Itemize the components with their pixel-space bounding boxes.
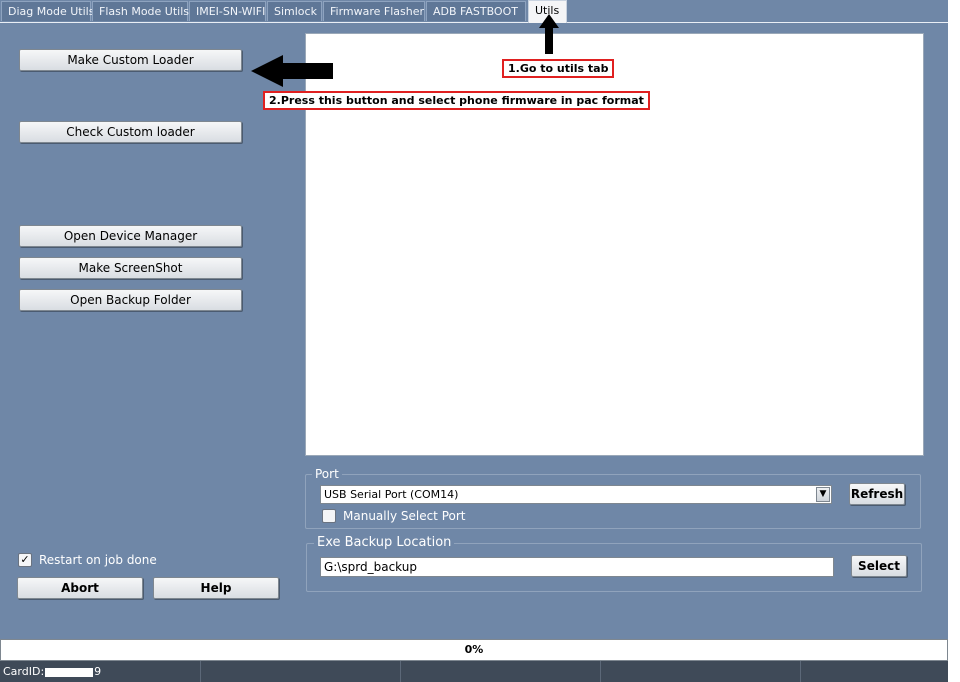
make-custom-loader-button[interactable]: Make Custom Loader — [19, 49, 242, 71]
backup-location-title: Exe Backup Location — [314, 535, 455, 550]
make-screenshot-button[interactable]: Make ScreenShot — [19, 257, 242, 279]
restart-on-job-done-checkbox[interactable]: ✓ — [18, 553, 32, 567]
redacted-block — [45, 667, 94, 677]
port-select[interactable]: USB Serial Port (COM14) ▼ — [320, 485, 832, 504]
open-device-manager-button[interactable]: Open Device Manager — [19, 225, 242, 247]
status-bar: CardID: 9 — [0, 661, 948, 682]
open-backup-folder-button[interactable]: Open Backup Folder — [19, 289, 242, 311]
select-backup-button[interactable]: Select — [851, 555, 907, 577]
abort-button[interactable]: Abort — [17, 577, 143, 599]
check-custom-loader-button[interactable]: Check Custom loader — [19, 121, 242, 143]
status-cell-2 — [201, 661, 401, 682]
tab-simlock[interactable]: Simlock — [267, 1, 322, 21]
help-button[interactable]: Help — [153, 577, 279, 599]
tab-diag-mode-utils[interactable]: Diag Mode Utils — [1, 1, 94, 21]
tab-bar: Diag Mode Utils Flash Mode Utils IMEI-SN… — [0, 0, 948, 23]
arrow-left-icon — [251, 55, 333, 87]
manually-select-port-label: Manually Select Port — [343, 509, 466, 523]
card-id-cell: CardID: 9 — [0, 661, 201, 682]
port-select-value: USB Serial Port (COM14) — [324, 488, 459, 501]
app-window: Diag Mode Utils Flash Mode Utils IMEI-SN… — [0, 0, 948, 682]
tab-imei-sn-wifi[interactable]: IMEI-SN-WIFI — [189, 1, 266, 21]
status-cell-4 — [601, 661, 801, 682]
status-cell-3 — [401, 661, 601, 682]
progress-bar: 0% — [0, 639, 948, 661]
progress-text: 0% — [464, 643, 484, 656]
restart-on-job-done-label: Restart on job done — [39, 553, 157, 567]
card-id-suffix: 9 — [94, 665, 102, 678]
chevron-down-icon[interactable]: ▼ — [816, 487, 830, 502]
card-id-prefix: CardID: — [3, 665, 45, 678]
tab-flash-mode-utils[interactable]: Flash Mode Utils — [92, 1, 189, 21]
refresh-button[interactable]: Refresh — [849, 483, 905, 505]
tab-adb-fastboot[interactable]: ADB FASTBOOT — [426, 1, 526, 21]
tab-firmware-flasher[interactable]: Firmware Flasher — [323, 1, 425, 21]
annotation-step1: 1.Go to utils tab — [502, 59, 615, 78]
annotation-step2: 2.Press this button and select phone fir… — [263, 91, 650, 110]
backup-path-input[interactable]: G:\sprd_backup — [320, 557, 834, 577]
manually-select-port-checkbox[interactable] — [322, 509, 336, 523]
port-group-title: Port — [312, 467, 342, 481]
checkmark-icon: ✓ — [20, 553, 30, 566]
arrow-up-icon — [539, 14, 559, 54]
